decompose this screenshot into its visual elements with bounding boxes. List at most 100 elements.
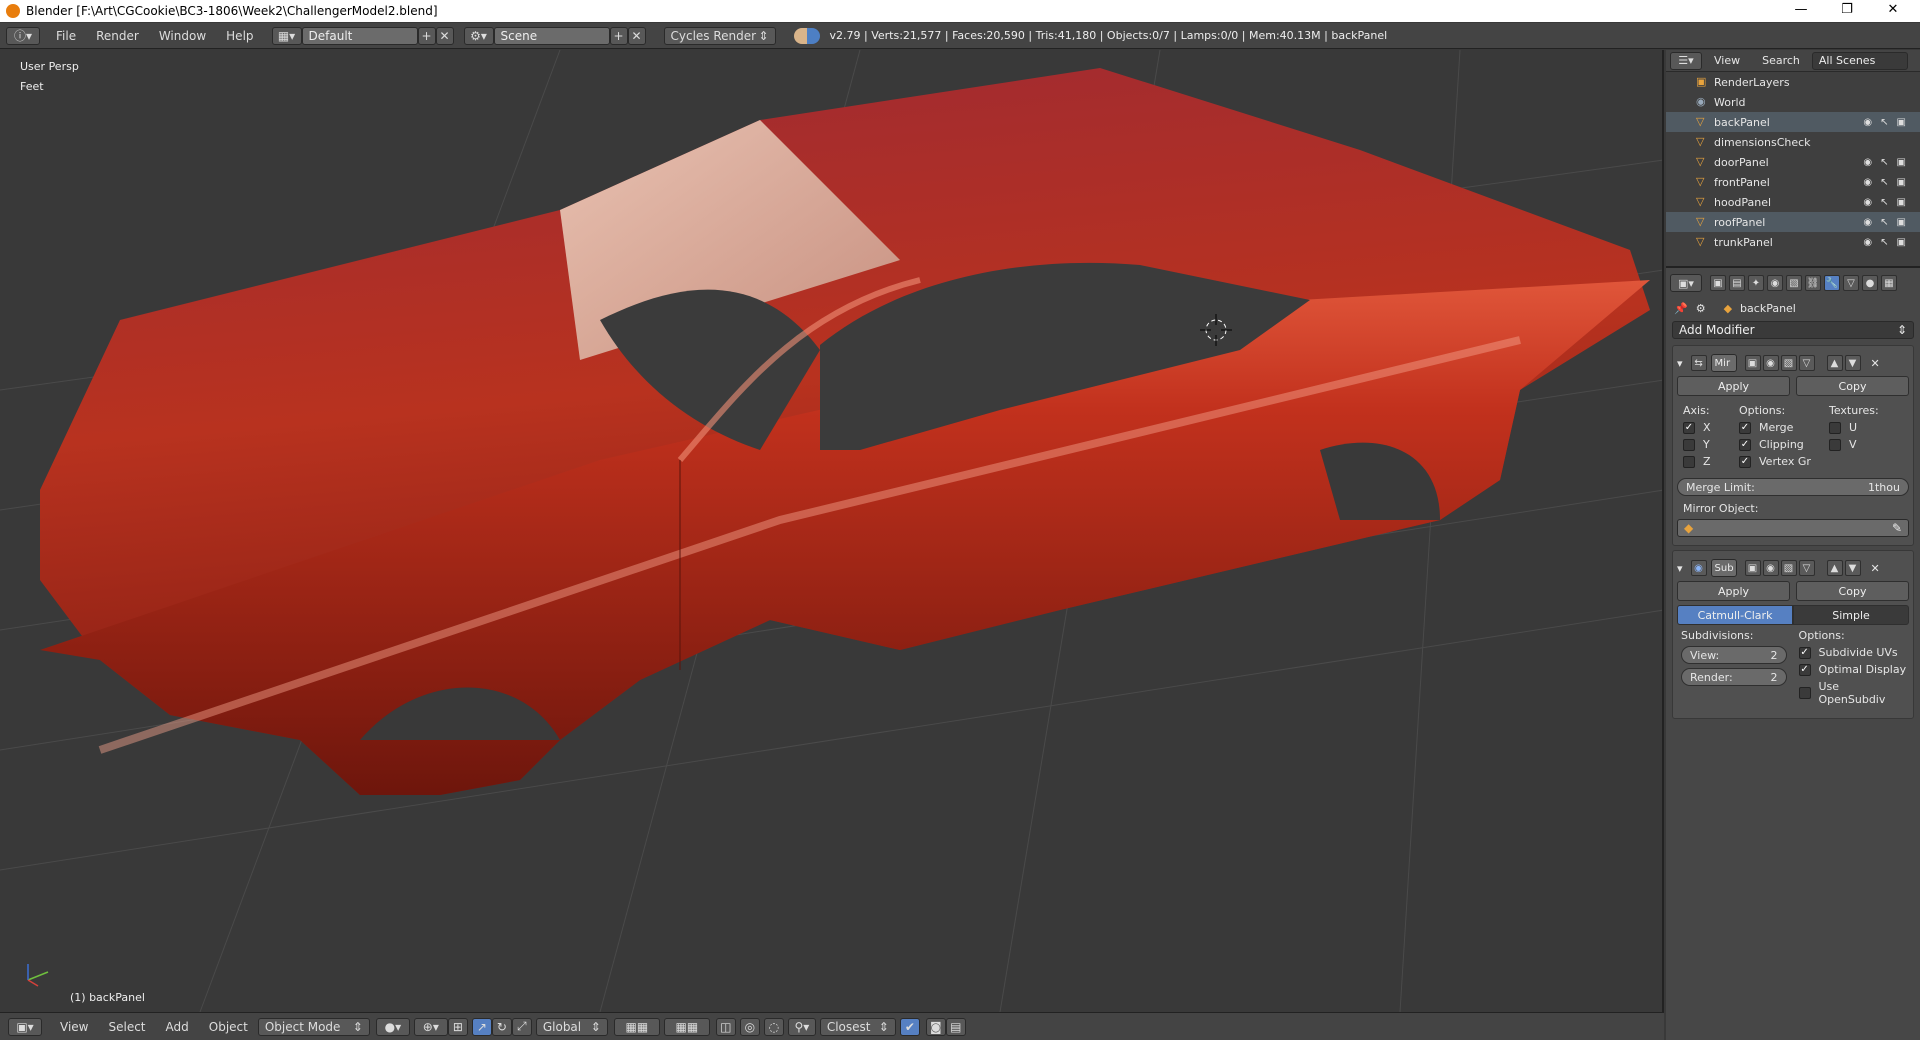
cursor-icon[interactable]: ↖ [1880, 217, 1888, 228]
camera-icon[interactable]: ▣ [1897, 217, 1906, 228]
display-mode-dropdown[interactable]: All Scenes [1811, 51, 1908, 70]
eye-icon[interactable]: ◉ [1863, 117, 1872, 128]
layout-remove-icon[interactable]: ✕ [435, 26, 454, 45]
visibility-flags[interactable]: ◉ ↖ ▣ [1863, 157, 1906, 168]
pin-icon[interactable]: 📌 [1674, 302, 1688, 315]
editor-type-properties-icon[interactable]: ▣▾ [1670, 274, 1702, 292]
menu-select[interactable]: Select [98, 1020, 155, 1034]
collapse-arrow-icon[interactable]: ▾ [1677, 562, 1683, 575]
translate-manipulator-icon[interactable]: ↗ [471, 1017, 492, 1036]
cursor-icon[interactable]: ↖ [1880, 157, 1888, 168]
material-tab-icon[interactable]: ● [1862, 275, 1878, 291]
outliner-row-trunkpanel[interactable]: ▽ trunkPanel ◉ ↖ ▣ [1666, 232, 1920, 252]
outliner-row-backpanel[interactable]: ▽ backPanel ◉ ↖ ▣ [1666, 112, 1920, 132]
merge-checkbox[interactable]: ✓ Merge [1739, 421, 1829, 434]
visibility-flags[interactable]: ◉ ↖ ▣ [1863, 197, 1906, 208]
scene-add-icon[interactable]: + [609, 26, 628, 45]
proportional-edit-icon[interactable]: ◎ [739, 1017, 760, 1036]
outliner-row-frontpanel[interactable]: ▽ frontPanel ◉ ↖ ▣ [1666, 172, 1920, 192]
camera-icon[interactable]: ▣ [1897, 197, 1906, 208]
scene-field[interactable]: Scene [493, 26, 610, 45]
move-up-icon[interactable]: ▲ [1826, 560, 1843, 576]
scene-tab-icon[interactable]: ✦ [1748, 275, 1764, 291]
outliner-menu-search[interactable]: Search [1762, 54, 1800, 67]
camera-icon[interactable]: ▣ [1897, 157, 1906, 168]
camera-icon[interactable]: ▣ [1897, 117, 1906, 128]
data-tab-icon[interactable]: ▽ [1843, 275, 1859, 291]
camera-icon[interactable]: ▣ [1897, 177, 1906, 188]
simple-button[interactable]: Simple [1793, 605, 1909, 625]
texture-tab-icon[interactable]: ▦ [1881, 275, 1897, 291]
scene-icon[interactable]: ⚙▾ [463, 26, 494, 45]
orientation-dropdown[interactable]: Global ⇕ [535, 1017, 608, 1036]
eye-icon[interactable]: ◉ [1863, 217, 1872, 228]
rotate-manipulator-icon[interactable]: ↻ [491, 1017, 512, 1036]
snap-target-dropdown[interactable]: Closest ⇕ [819, 1017, 896, 1036]
subsurf-name-field[interactable]: Sub [1710, 559, 1737, 577]
cage-toggle-icon[interactable]: ▽ [1798, 560, 1815, 576]
layout-add-icon[interactable]: + [417, 26, 436, 45]
editor-type-outliner-icon[interactable]: ☰▾ [1670, 51, 1702, 70]
manipulator-toggle-icon[interactable]: ⊞ [447, 1017, 468, 1036]
cursor-icon[interactable]: ↖ [1880, 177, 1888, 188]
lock-layers-icon[interactable]: ◫ [715, 1017, 736, 1036]
remove-modifier-icon[interactable]: ✕ [1871, 562, 1880, 575]
axis-x-checkbox[interactable]: ✓ X [1683, 421, 1739, 434]
render-levels-slider[interactable]: Render: 2 [1681, 668, 1787, 686]
mode-dropdown[interactable]: Object Mode ⇕ [257, 1017, 370, 1036]
layout-grid-icon[interactable]: ▦▾ [271, 26, 302, 45]
eyedropper-icon[interactable]: ✎ [1892, 521, 1902, 535]
menu-view[interactable]: View [50, 1020, 98, 1034]
editmode-toggle-icon[interactable]: ▧ [1780, 355, 1797, 371]
eye-icon[interactable]: ◉ [1863, 237, 1872, 248]
texture-v-checkbox[interactable]: V [1829, 438, 1899, 451]
layout-field[interactable]: Default [301, 26, 418, 45]
eye-icon[interactable]: ◉ [1863, 197, 1872, 208]
visibility-flags[interactable]: ◉ ↖ ▣ [1863, 177, 1906, 188]
constraints-tab-icon[interactable]: ⛓ [1805, 275, 1821, 291]
align-rotation-icon[interactable]: ✔ [899, 1017, 920, 1036]
outliner-row-renderlayers[interactable]: ▣ RenderLayers [1666, 72, 1920, 92]
viewport-canvas[interactable] [0, 50, 1664, 1012]
merge-limit-slider[interactable]: Merge Limit: 1thou [1677, 478, 1909, 496]
axis-z-checkbox[interactable]: Z [1683, 455, 1739, 468]
visibility-flags[interactable]: ◉ ↖ ▣ [1863, 117, 1906, 128]
menu-window[interactable]: Window [149, 29, 216, 43]
editor-type-info-icon[interactable]: ⓘ▾ [6, 26, 40, 45]
render-toggle-icon[interactable]: ▣ [1744, 560, 1761, 576]
vertex-groups-checkbox[interactable]: ✓ Vertex Gr [1739, 455, 1829, 468]
outliner-row-dimensionscheck[interactable]: ▽ dimensionsCheck [1666, 132, 1920, 152]
render-image-icon[interactable]: ◙ [925, 1017, 946, 1036]
outliner-row-doorpanel[interactable]: ▽ doorPanel ◉ ↖ ▣ [1666, 152, 1920, 172]
world-tab-icon[interactable]: ◉ [1767, 275, 1783, 291]
subdivide-uvs-checkbox[interactable]: ✓ Subdivide UVs [1798, 646, 1909, 659]
scene-remove-icon[interactable]: ✕ [627, 26, 646, 45]
outliner-menu-view[interactable]: View [1714, 54, 1740, 67]
render-animation-icon[interactable]: ▤ [945, 1017, 966, 1036]
outliner-row-roofpanel[interactable]: ▽ roofPanel ◉ ↖ ▣ [1666, 212, 1920, 232]
close-window-button[interactable]: ✕ [1870, 0, 1916, 22]
scale-manipulator-icon[interactable]: ⤢ [511, 1017, 532, 1036]
cursor-icon[interactable]: ↖ [1880, 237, 1888, 248]
mirror-apply-button[interactable]: Apply [1677, 376, 1790, 396]
catmull-clark-button[interactable]: Catmull-Clark [1677, 605, 1793, 625]
cage-toggle-icon[interactable]: ▽ [1798, 355, 1815, 371]
move-down-icon[interactable]: ▼ [1844, 355, 1861, 371]
texture-u-checkbox[interactable]: U [1829, 421, 1899, 434]
editmode-toggle-icon[interactable]: ▧ [1780, 560, 1797, 576]
shading-solid-icon[interactable]: ●▾ [375, 1017, 410, 1036]
subsurf-copy-button[interactable]: Copy [1796, 581, 1909, 601]
render-toggle-icon[interactable]: ▣ [1744, 355, 1761, 371]
modifiers-tab-icon[interactable]: 🔧 [1824, 275, 1840, 291]
realtime-toggle-icon[interactable]: ◉ [1762, 355, 1779, 371]
camera-icon[interactable]: ▣ [1897, 237, 1906, 248]
visibility-flags[interactable]: ◉ ↖ ▣ [1863, 237, 1906, 248]
outliner-row-world[interactable]: ◉ World [1666, 92, 1920, 112]
move-up-icon[interactable]: ▲ [1826, 355, 1843, 371]
render-tab-icon[interactable]: ▣ [1710, 275, 1726, 291]
outliner-row-hoodpanel[interactable]: ▽ hoodPanel ◉ ↖ ▣ [1666, 192, 1920, 212]
layers-grid-1-icon[interactable]: ▦▦ [613, 1017, 660, 1036]
remove-modifier-icon[interactable]: ✕ [1871, 357, 1880, 370]
mirror-name-field[interactable]: Mir [1710, 354, 1737, 372]
renderlayers-tab-icon[interactable]: ▤ [1729, 275, 1745, 291]
